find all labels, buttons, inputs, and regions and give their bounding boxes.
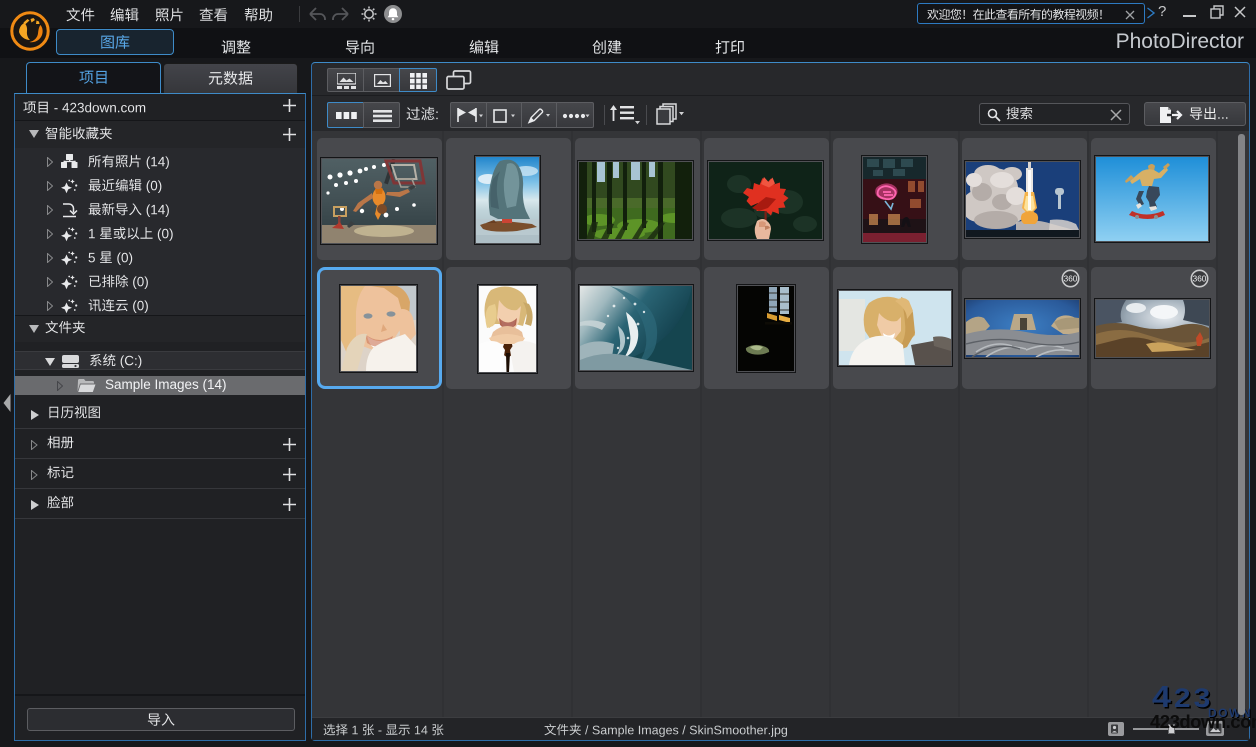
svg-text:360: 360 xyxy=(1193,275,1207,284)
svg-text:360: 360 xyxy=(1064,275,1078,284)
